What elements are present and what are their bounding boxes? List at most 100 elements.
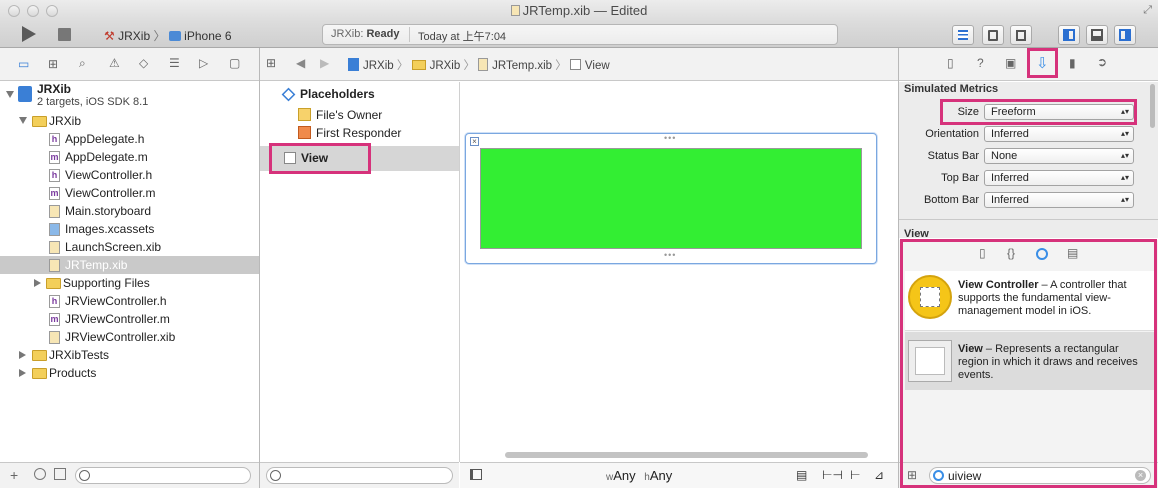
symbol-navigator-icon[interactable]: ⊞ — [48, 57, 58, 71]
scheme-selector[interactable]: ⚒ JRXib 〉 iPhone 6 — [104, 27, 232, 43]
navigator-item[interactable]: JRXibTests — [0, 346, 259, 364]
pin-icon[interactable]: ⊢ — [850, 468, 860, 482]
first-responder-cube-icon — [298, 126, 311, 139]
outline-item-files-owner[interactable]: File's Owner — [298, 106, 458, 124]
toggle-utilities-button[interactable] — [1114, 25, 1136, 45]
header-file-icon: h — [49, 295, 60, 308]
cube-icon — [281, 87, 296, 102]
breakpoint-navigator-icon[interactable]: ▷ — [199, 56, 208, 70]
navigator-item[interactable]: m AppDelegate.m — [0, 148, 259, 166]
updown-arrow-icon: ▴▾ — [1120, 151, 1129, 160]
implementation-file-icon: m — [49, 187, 60, 200]
status-bar-label: Status Bar — [927, 150, 979, 162]
resize-handle-top[interactable]: ••• — [664, 133, 676, 143]
project-navigator-icon[interactable]: ▭ — [18, 57, 29, 71]
quick-help-icon[interactable]: ? — [977, 56, 984, 70]
issue-navigator-icon[interactable]: ⚠ — [109, 56, 120, 70]
toggle-outline-icon[interactable] — [470, 469, 482, 480]
status-app: JRXib: — [331, 28, 364, 40]
navigator-item[interactable]: LaunchScreen.xib — [0, 238, 259, 256]
navigator-filter-field[interactable] — [75, 467, 251, 484]
align-icon[interactable]: ⊢⊣ — [822, 468, 843, 482]
navigator-item[interactable]: Supporting Files — [0, 274, 259, 292]
top-bar-popup[interactable]: Inferred ▴▾ — [984, 170, 1134, 186]
scm-filter-icon[interactable] — [54, 468, 66, 480]
breadcrumb-view[interactable]: View — [585, 60, 610, 72]
breadcrumb-file[interactable]: JRTemp.xib — [492, 60, 552, 72]
navigator-item-label: JRXibTests — [49, 348, 110, 362]
bottom-bar-popup[interactable]: Inferred ▴▾ — [984, 192, 1134, 208]
view-frame[interactable]: × ••• ••• — [465, 133, 877, 264]
navigator-item[interactable]: Main.storyboard — [0, 202, 259, 220]
resize-handle-bottom[interactable]: ••• — [664, 250, 676, 260]
disclosure-collapsed-icon[interactable] — [19, 369, 26, 377]
toggle-navigator-button[interactable] — [1058, 25, 1080, 45]
breadcrumb-project[interactable]: JRXib — [363, 60, 394, 72]
breadcrumb: JRXib 〉 JRXib 〉 JRTemp.xib 〉 View — [348, 57, 610, 73]
disclosure-collapsed-icon[interactable] — [19, 351, 26, 359]
navigator-item[interactable]: JRTemp.xib — [0, 256, 259, 274]
breadcrumb-group[interactable]: JRXib — [430, 60, 461, 72]
identity-inspector-icon[interactable]: ▣ — [1005, 56, 1016, 70]
file-inspector-icon[interactable]: ▯ — [947, 56, 954, 70]
add-icon[interactable]: + — [10, 467, 18, 483]
navigator-item-label: AppDelegate.m — [65, 150, 148, 164]
navigator-item[interactable]: h JRViewController.h — [0, 292, 259, 310]
navigator-item-label: Main.storyboard — [65, 204, 152, 218]
fullscreen-icon[interactable]: ⤢ — [1143, 4, 1152, 17]
related-items-icon[interactable]: ⊞ — [266, 56, 276, 70]
document-outline: Placeholders File's Owner First Responde… — [260, 82, 459, 462]
navigator-item[interactable]: m JRViewController.m — [0, 310, 259, 328]
navigator-item-label: JRViewController.xib — [65, 330, 176, 344]
size-inspector-icon[interactable]: ▮ — [1069, 56, 1076, 70]
navigator-item-label: Supporting Files — [63, 276, 150, 290]
debug-navigator-icon[interactable]: ☰ — [169, 56, 180, 70]
stack-icon[interactable]: ▤ — [796, 468, 807, 482]
navigator-item[interactable]: Products — [0, 364, 259, 382]
version-editor-button[interactable] — [1010, 25, 1032, 45]
height-size-class: Any — [649, 468, 673, 483]
project-name: JRXib — [37, 82, 72, 96]
outline-item-first-responder[interactable]: First Responder — [298, 124, 458, 142]
disclosure-expanded-icon[interactable] — [19, 117, 27, 124]
xib-file-icon — [49, 259, 60, 272]
assistant-editor-button[interactable] — [982, 25, 1004, 45]
xib-file-icon — [49, 241, 60, 254]
view-icon — [569, 59, 581, 70]
forward-arrow-icon[interactable]: ▶ — [320, 56, 329, 70]
connections-inspector-icon[interactable]: ➲ — [1097, 55, 1107, 69]
filter-icon — [270, 470, 281, 481]
stop-button[interactable] — [58, 28, 71, 41]
navigator-item[interactable]: h ViewController.h — [0, 166, 259, 184]
asset-catalog-icon — [49, 223, 60, 236]
size-class-control[interactable]: wAny hAny — [606, 468, 672, 483]
orientation-label: Orientation — [925, 128, 979, 140]
outline-filter-field[interactable] — [266, 467, 453, 484]
navigator-item[interactable]: m ViewController.m — [0, 184, 259, 202]
green-view[interactable] — [480, 148, 862, 249]
close-scene-icon[interactable]: × — [470, 137, 479, 146]
test-navigator-icon[interactable]: ◇ — [139, 56, 148, 70]
navigator-item[interactable]: h AppDelegate.h — [0, 130, 259, 148]
standard-editor-button[interactable] — [952, 25, 974, 45]
updown-arrow-icon: ▴▾ — [1120, 129, 1129, 138]
report-navigator-icon[interactable]: ▢ — [229, 56, 240, 70]
navigator-item[interactable]: JRXib — [0, 112, 259, 130]
back-arrow-icon[interactable]: ◀ — [296, 56, 305, 70]
outline-filter-bar — [260, 462, 459, 488]
run-button[interactable] — [22, 26, 36, 42]
folder-icon — [411, 60, 426, 70]
find-navigator-icon[interactable]: ⌕ — [79, 56, 86, 71]
toggle-debug-area-button[interactable] — [1086, 25, 1108, 45]
navigator-item[interactable]: JRViewController.xib — [0, 328, 259, 346]
orientation-popup[interactable]: Inferred ▴▾ — [984, 126, 1134, 142]
highlight-attributes-tab — [1027, 48, 1058, 78]
disclosure-collapsed-icon[interactable] — [34, 279, 41, 287]
canvas-scrollbar[interactable] — [505, 452, 868, 458]
resolve-issues-icon[interactable]: ⊿ — [874, 468, 884, 482]
status-bar-popup[interactable]: None ▴▾ — [984, 148, 1134, 164]
navigator-item[interactable]: Images.xcassets — [0, 220, 259, 238]
recent-files-icon[interactable] — [34, 468, 46, 480]
device-name: iPhone 6 — [184, 29, 232, 43]
xib-file-icon — [49, 331, 60, 344]
